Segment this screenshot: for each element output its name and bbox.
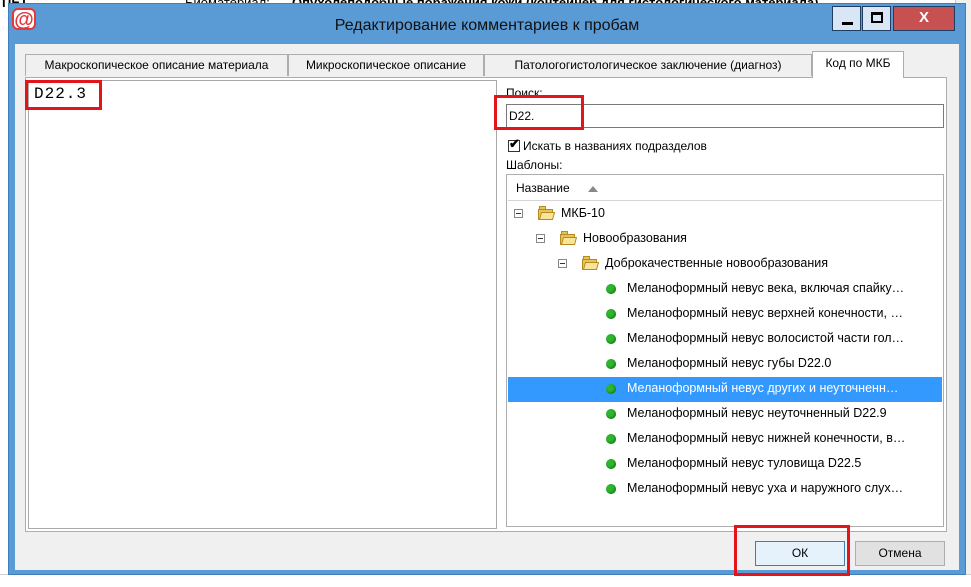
tab-panel-icd: D22.3 Поиск: D22. ✔ Искать в названиях п… bbox=[25, 77, 947, 532]
tree-node-label: МКБ-10 bbox=[561, 206, 605, 220]
window-title: Редактирование комментариев к пробам bbox=[334, 17, 640, 34]
close-icon: X bbox=[918, 9, 929, 26]
list-item-label: Меланоформный невус верхней конечности, … bbox=[627, 306, 903, 320]
list-item[interactable]: Меланоформный невус губы D22.0 bbox=[508, 352, 942, 377]
tab-conclusion[interactable]: Патологогистологическое заключение (диаг… bbox=[484, 54, 812, 76]
list-item[interactable]: Меланоформный невус уха и наружного слух… bbox=[508, 477, 942, 502]
green-dot-icon bbox=[606, 384, 616, 394]
dialog-window: @ Редактирование комментариев к пробам X… bbox=[8, 3, 966, 575]
ok-button[interactable]: ОК bbox=[755, 541, 845, 566]
list-item[interactable]: Меланоформный невус нижней конечности, в… bbox=[508, 427, 942, 452]
list-item-label: Меланоформный невус туловища D22.5 bbox=[627, 456, 862, 470]
tab-macroscopic[interactable]: Макроскопическое описание материала bbox=[25, 54, 288, 76]
green-dot-icon bbox=[606, 484, 616, 494]
column-name-header: Название bbox=[516, 181, 570, 195]
maximize-icon bbox=[871, 12, 883, 23]
list-item-label: Меланоформный невус нижней конечности, в… bbox=[627, 431, 906, 445]
code-text: D22.3 bbox=[34, 85, 88, 103]
green-dot-icon bbox=[606, 434, 616, 444]
sort-ascending-icon bbox=[588, 186, 598, 192]
minimize-icon bbox=[842, 22, 853, 25]
folder-icon bbox=[582, 256, 600, 270]
green-dot-icon bbox=[606, 459, 616, 469]
grid-header[interactable]: Название bbox=[508, 176, 942, 201]
tree-node-benign[interactable]: Доброкачественные новообразования bbox=[508, 252, 942, 277]
dialog-client-area: Макроскопическое описание материала Микр… bbox=[15, 44, 959, 570]
folder-icon bbox=[560, 231, 578, 245]
list-item-label: Меланоформный невус неуточненный D22.9 bbox=[627, 406, 887, 420]
green-dot-icon bbox=[606, 309, 616, 319]
tree-node-icd10[interactable]: МКБ-10 bbox=[508, 202, 942, 227]
folder-icon bbox=[538, 206, 556, 220]
green-dot-icon bbox=[606, 409, 616, 419]
search-subsections-checkbox[interactable]: ✔ bbox=[508, 136, 520, 152]
list-item-selected[interactable]: Меланоформный невус других и неуточненн… bbox=[508, 377, 942, 402]
cancel-button[interactable]: Отмена bbox=[855, 541, 945, 566]
search-label: Поиск: bbox=[506, 86, 543, 100]
tree-node-neoplasms[interactable]: Новообразования bbox=[508, 227, 942, 252]
list-item[interactable]: Меланоформный невус века, включая спайку… bbox=[508, 277, 942, 302]
collapse-icon[interactable] bbox=[514, 209, 523, 218]
collapse-icon[interactable] bbox=[558, 259, 567, 268]
list-item-label: Меланоформный невус века, включая спайку… bbox=[627, 281, 905, 295]
list-item[interactable]: Меланоформный невус волосистой части гол… bbox=[508, 327, 942, 352]
search-subsections-label[interactable]: Искать в названиях подразделов bbox=[523, 139, 707, 153]
templates-tree-grid: Название МКБ-10 Новообразования Доброкач… bbox=[506, 174, 944, 527]
list-item[interactable]: Меланоформный невус туловища D22.5 bbox=[508, 452, 942, 477]
templates-label: Шаблоны: bbox=[506, 158, 563, 172]
green-dot-icon bbox=[606, 284, 616, 294]
search-input[interactable]: D22. bbox=[506, 104, 944, 128]
list-item-label: Меланоформный невус других и неуточненн… bbox=[627, 381, 899, 395]
title-bar[interactable]: @ Редактирование комментариев к пробам X bbox=[9, 4, 965, 46]
collapse-icon[interactable] bbox=[536, 234, 545, 243]
list-item[interactable]: Меланоформный невус неуточненный D22.9 bbox=[508, 402, 942, 427]
tab-icd-code[interactable]: Код по МКБ bbox=[812, 51, 904, 78]
list-item-label: Меланоформный невус губы D22.0 bbox=[627, 356, 832, 370]
tree-node-label: Доброкачественные новообразования bbox=[605, 256, 828, 270]
green-dot-icon bbox=[606, 359, 616, 369]
tree-node-label: Новообразования bbox=[583, 231, 687, 245]
background-app-bottom bbox=[0, 574, 971, 587]
green-dot-icon bbox=[606, 334, 616, 344]
list-item[interactable]: Меланоформный невус верхней конечности, … bbox=[508, 302, 942, 327]
minimize-button[interactable] bbox=[832, 6, 861, 31]
close-button[interactable]: X bbox=[893, 6, 955, 31]
tab-microscopic[interactable]: Микроскопическое описание bbox=[288, 54, 484, 76]
code-text-area[interactable]: D22.3 bbox=[28, 80, 497, 529]
list-item-label: Меланоформный невус уха и наружного слух… bbox=[627, 481, 904, 495]
list-item-label: Меланоформный невус волосистой части гол… bbox=[627, 331, 905, 345]
checkmark-icon: ✔ bbox=[509, 136, 520, 151]
maximize-button[interactable] bbox=[862, 6, 891, 31]
